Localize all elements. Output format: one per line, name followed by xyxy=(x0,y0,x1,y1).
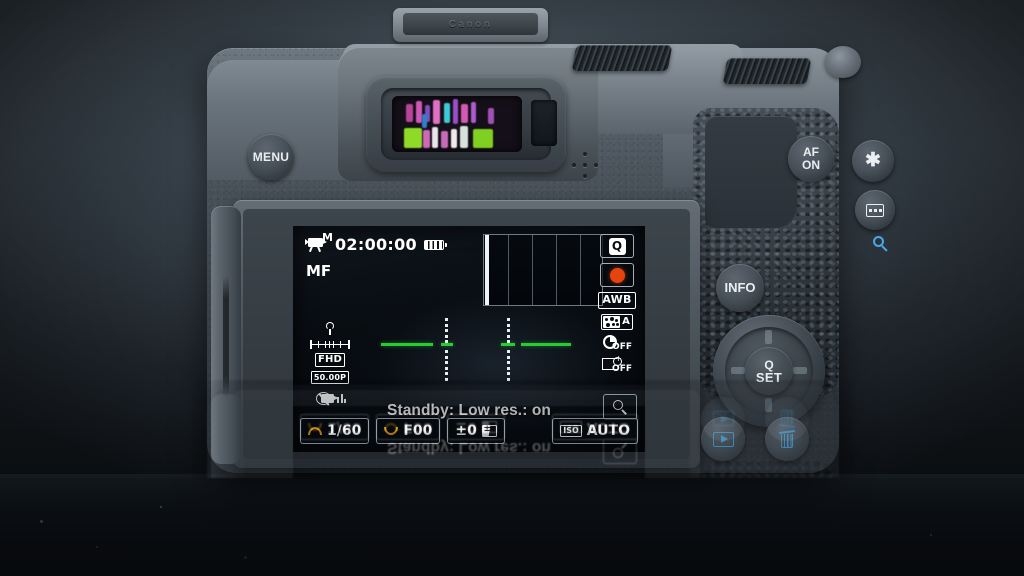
eyepiece-flare xyxy=(433,100,440,124)
focus-guide-bracket xyxy=(507,318,510,344)
iso-badge: ISO xyxy=(560,425,582,437)
shutter-speed-value: 1/60 xyxy=(327,423,362,439)
set-button-q-label: Q xyxy=(764,357,774,372)
info-button-label: INFO xyxy=(724,280,756,296)
eyepiece-flare xyxy=(404,128,422,148)
af-on-button[interactable]: AF ON xyxy=(788,136,834,182)
eyepiece-flare xyxy=(471,102,476,123)
menu-button[interactable]: MENU xyxy=(248,134,294,180)
camera-body: Canon M 02:00:00 MF FHD 50.00P Q AWB A O… xyxy=(193,8,895,478)
eyepiece-flare xyxy=(461,104,468,123)
aperture-value: F00 xyxy=(403,423,433,439)
eyepiece-flare xyxy=(473,129,493,148)
focus-guide-bracket xyxy=(445,318,448,344)
trash-icon xyxy=(778,429,796,449)
hot-shoe-contacts: Canon xyxy=(403,13,538,35)
focus-guide-bar xyxy=(521,343,571,346)
eyepiece-flare xyxy=(451,129,457,148)
eyepiece-flare xyxy=(423,130,430,148)
control-dial-down-icon xyxy=(384,427,399,435)
eyepiece-flare xyxy=(406,104,413,122)
focus-guide-bar xyxy=(441,343,453,346)
lcd-screen[interactable]: M 02:00:00 MF FHD 50.00P Q AWB A OFF + O… xyxy=(293,226,645,452)
thumb-rest xyxy=(705,116,797,228)
lcd-hinge-seam xyxy=(223,276,229,398)
magnifier-icon xyxy=(613,400,627,415)
iso-value: AUTO xyxy=(586,423,630,439)
main-dial-up-icon xyxy=(308,427,322,435)
shutter-speed-box[interactable]: 1/60 xyxy=(300,418,370,444)
control-dial[interactable] xyxy=(722,58,812,84)
exposure-compensation-box[interactable]: ±0 xyxy=(447,418,505,444)
reflection-fade xyxy=(0,478,1024,576)
speaker-icon xyxy=(572,152,598,178)
playback-icon xyxy=(712,431,734,447)
focus-guide-bar xyxy=(501,343,515,346)
delete-button[interactable] xyxy=(765,417,809,461)
magnify-icon xyxy=(873,236,889,252)
focus-guide-bracket xyxy=(445,350,448,381)
magnify-button[interactable] xyxy=(603,394,637,420)
playback-button[interactable] xyxy=(701,417,745,461)
af-point-selection-button[interactable] xyxy=(855,190,895,230)
asterisk-icon: ✱ xyxy=(865,150,881,172)
ae-lock-button[interactable]: ✱ xyxy=(852,140,894,182)
eyepiece-flare xyxy=(444,103,450,123)
eyepiece-flare xyxy=(441,131,448,148)
dpad-left[interactable] xyxy=(731,367,745,374)
dpad-down[interactable] xyxy=(765,398,772,412)
eyepiece-flare xyxy=(460,126,468,148)
exposure-compensation-value: ±0 xyxy=(455,423,477,439)
eyepiece-flare xyxy=(453,99,458,124)
mode-knob[interactable] xyxy=(825,46,861,78)
af-point-selection-icon xyxy=(866,203,884,217)
main-dial[interactable] xyxy=(571,45,673,71)
af-on-button-label: AF ON xyxy=(802,145,820,172)
eyepiece-flare xyxy=(432,127,438,148)
iso-box[interactable]: ISO AUTO xyxy=(552,418,638,444)
exposure-compensation-icon xyxy=(481,424,497,437)
info-button[interactable]: INFO xyxy=(716,264,764,312)
osd-bottom-bar: 1/60 F00 ±0 ISO AUTO xyxy=(300,418,638,444)
screenshot-root: Canon M 02:00:00 MF FHD 50.00P Q AWB A O… xyxy=(0,0,1024,576)
focus-guide-bar xyxy=(381,343,433,346)
menu-button-label: MENU xyxy=(252,149,290,164)
eyepiece-flare xyxy=(422,114,427,128)
aperture-box[interactable]: F00 xyxy=(376,418,441,444)
eyepiece-flare xyxy=(488,108,494,124)
set-button[interactable]: Q SET xyxy=(745,347,793,395)
dpad-right[interactable] xyxy=(793,367,807,374)
eye-sensor xyxy=(531,100,557,146)
set-button-set-label: SET xyxy=(755,369,783,385)
brand-engraving: Canon xyxy=(448,18,493,30)
dpad-up[interactable] xyxy=(765,330,772,344)
viewfinder-eyepiece xyxy=(392,96,522,152)
focus-guide-bracket xyxy=(507,350,510,381)
